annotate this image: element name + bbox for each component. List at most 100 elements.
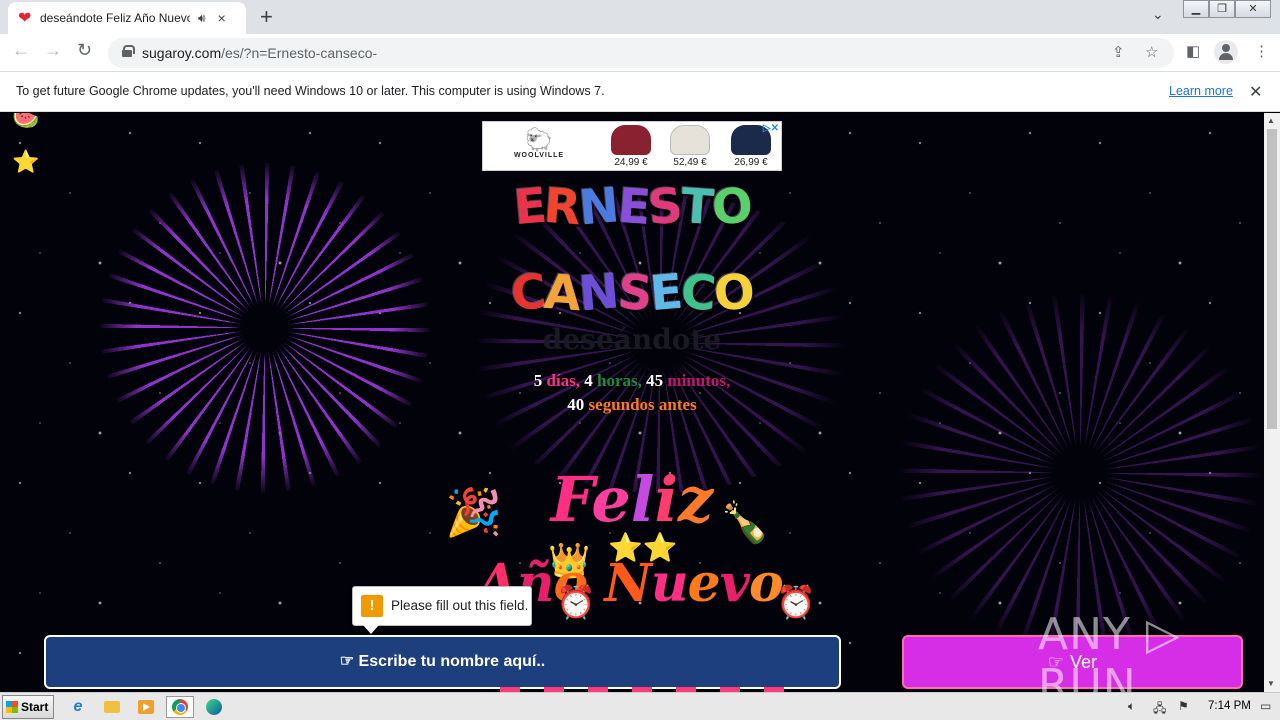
first-name-letter: E — [615, 177, 651, 237]
reload-icon[interactable]: ↻ — [77, 40, 92, 61]
profile-icon[interactable] — [1214, 40, 1238, 64]
side-panel-icon[interactable]: ◧ — [1186, 42, 1200, 60]
browser-toolbar: ← → ↻ sugaroy.com/es/?n=Ernesto-canseco-… — [0, 34, 1280, 72]
ano-nuevo-letter: N — [604, 553, 652, 614]
last-name-letter: S — [615, 263, 653, 323]
update-infobar: To get future Google Chrome updates, you… — [0, 72, 1280, 112]
address-bar[interactable]: sugaroy.com/es/?n=Ernesto-canseco- ⇪ ☆ — [108, 38, 1174, 68]
ad-logo: 🐑 WOOLVILLE — [513, 127, 565, 160]
internet-explorer-icon[interactable]: e — [64, 696, 92, 718]
name-input[interactable] — [44, 635, 841, 689]
ad-price: 24,99 € — [614, 157, 648, 168]
feliz-letter: i — [654, 463, 678, 536]
tab-search-icon[interactable]: ⌄ — [1152, 6, 1164, 23]
validation-tooltip: ! Please fill out this field. — [352, 586, 532, 634]
first-name-letter: E — [511, 177, 547, 237]
ghost-text: deseándote — [542, 323, 722, 356]
tab-strip: ❤ deseándote Feliz Año Nuevo 20 🔊︎ × + ⌄… — [0, 0, 1280, 34]
alarm-clock-icon: ⏰ — [556, 584, 596, 620]
countdown-line-1: 5 días, 4 horas, 45 minutos, — [0, 371, 1264, 391]
start-label: Start — [21, 700, 49, 714]
feliz-letter: F — [550, 463, 592, 536]
ano-nuevo-letter: e — [687, 553, 721, 614]
volume-icon[interactable]: 🔈︎ — [1128, 699, 1135, 714]
days-value: 5 — [533, 371, 543, 390]
seconds-label: segundos antes — [588, 395, 697, 414]
red-ornament-icon: 🍉 — [12, 113, 40, 130]
back-arrow-icon[interactable]: ← — [12, 40, 30, 61]
maximize-button[interactable]: ❐ — [1209, 0, 1235, 18]
minutes-value: 45 — [646, 371, 664, 390]
hours-value: 4 — [584, 371, 593, 390]
ad-banner[interactable]: 🐑 WOOLVILLE 24,99 € 52,49 € 26,99 € ▷✕ — [482, 121, 782, 171]
network-icon[interactable]: 🖧 — [1153, 699, 1166, 720]
folder-icon[interactable] — [98, 696, 126, 718]
first-name-letter: N — [576, 177, 620, 237]
last-name-letter: C — [508, 263, 547, 323]
ad-brand: WOOLVILLE — [513, 152, 565, 159]
countdown-line-2: 40 segundos antes — [0, 395, 1264, 415]
minimize-button[interactable]: ▁ — [1183, 0, 1209, 18]
ano-nuevo-letter: v — [719, 553, 750, 614]
tab-title: deseándote Feliz Año Nuevo 20 — [40, 11, 190, 25]
anyrun-watermark: ANY ▷ RUN — [1038, 609, 1181, 692]
first-name-letter: T — [678, 177, 714, 237]
ano-nuevo-letter: u — [650, 553, 689, 614]
page-content: 🍉 ⭐ 🐑 WOOLVILLE 24,99 € 52,49 € 26,99 € … — [0, 113, 1264, 692]
last-name-letter: O — [711, 263, 756, 323]
feliz-text: Feliz — [0, 463, 1264, 536]
adchoices-icon[interactable]: ▷✕ — [763, 123, 779, 134]
last-name-letter: A — [542, 263, 582, 323]
windows-logo-icon — [6, 701, 18, 713]
first-name-letter: S — [645, 177, 684, 237]
last-name-letter: N — [577, 263, 620, 323]
media-player-icon[interactable] — [132, 696, 160, 718]
clock[interactable]: 7:14 PM — [1208, 700, 1251, 712]
lock-icon[interactable] — [122, 45, 135, 57]
warning-icon: ! — [361, 595, 383, 617]
infobar-message: To get future Google Chrome updates, you… — [16, 84, 605, 98]
menu-icon[interactable]: ⋮ — [1254, 42, 1269, 60]
tab-close-icon[interactable]: × — [218, 10, 226, 26]
heart-favicon-icon: ❤ — [18, 10, 32, 27]
new-tab-button[interactable]: + — [260, 4, 273, 30]
learn-more-link[interactable]: Learn more — [1169, 84, 1233, 98]
forward-arrow-icon[interactable]: → — [44, 40, 62, 61]
slipper-image — [611, 125, 651, 155]
sheep-logo-icon: 🐑 — [525, 127, 553, 152]
speaker-icon[interactable]: 🔊︎ — [198, 11, 206, 26]
share-icon[interactable]: ⇪ — [1112, 43, 1125, 61]
last-name-letter: E — [647, 263, 684, 323]
url-text[interactable]: sugaroy.com/es/?n=Ernesto-canseco- — [142, 45, 377, 61]
first-name-text: ERNESTO — [0, 177, 1264, 237]
feliz-letter: e — [591, 463, 631, 536]
close-window-button[interactable]: ✕ — [1235, 0, 1271, 18]
star-icon[interactable]: ☆ — [1145, 43, 1158, 61]
ad-product[interactable]: 24,99 € — [606, 125, 656, 168]
first-name-letter: R — [542, 177, 582, 237]
last-name-text: CANSECO — [0, 263, 1264, 323]
ad-product[interactable]: 52,49 € — [665, 125, 715, 168]
first-name-letter: O — [709, 177, 753, 237]
tooltip-text: Please fill out this field. — [391, 598, 529, 613]
show-desktop-icon[interactable]: ▭ — [1260, 699, 1271, 713]
windows-taskbar: Start e 🔈︎ 🖧 ⚑ 7:14 PM ▭ — [0, 692, 1280, 720]
chrome-icon[interactable] — [166, 696, 194, 718]
tab-active[interactable]: ❤ deseándote Feliz Año Nuevo 20 🔊︎ × — [8, 2, 246, 34]
ad-price: 26,99 € — [734, 157, 768, 168]
feliz-letter: z — [678, 463, 714, 536]
scroll-thumb[interactable] — [1267, 129, 1277, 429]
infobar-close-icon[interactable]: ✕ — [1249, 82, 1262, 102]
slipper-image — [670, 125, 710, 155]
days-label: días, — [546, 371, 581, 390]
start-button[interactable]: Start — [2, 695, 54, 719]
scroll-down-icon[interactable]: ▼ — [1267, 679, 1275, 688]
scroll-up-icon[interactable]: ▲ — [1267, 116, 1275, 125]
alarm-clock-icon: ⏰ — [776, 584, 816, 620]
minutes-label: minutos, — [667, 371, 731, 390]
hours-label: horas, — [597, 371, 642, 390]
page-scrollbar[interactable]: ▲ ▼ — [1264, 113, 1280, 692]
edge-icon[interactable] — [200, 696, 228, 718]
feliz-letter: l — [630, 463, 655, 536]
flag-icon[interactable]: ⚑ — [1178, 699, 1189, 713]
